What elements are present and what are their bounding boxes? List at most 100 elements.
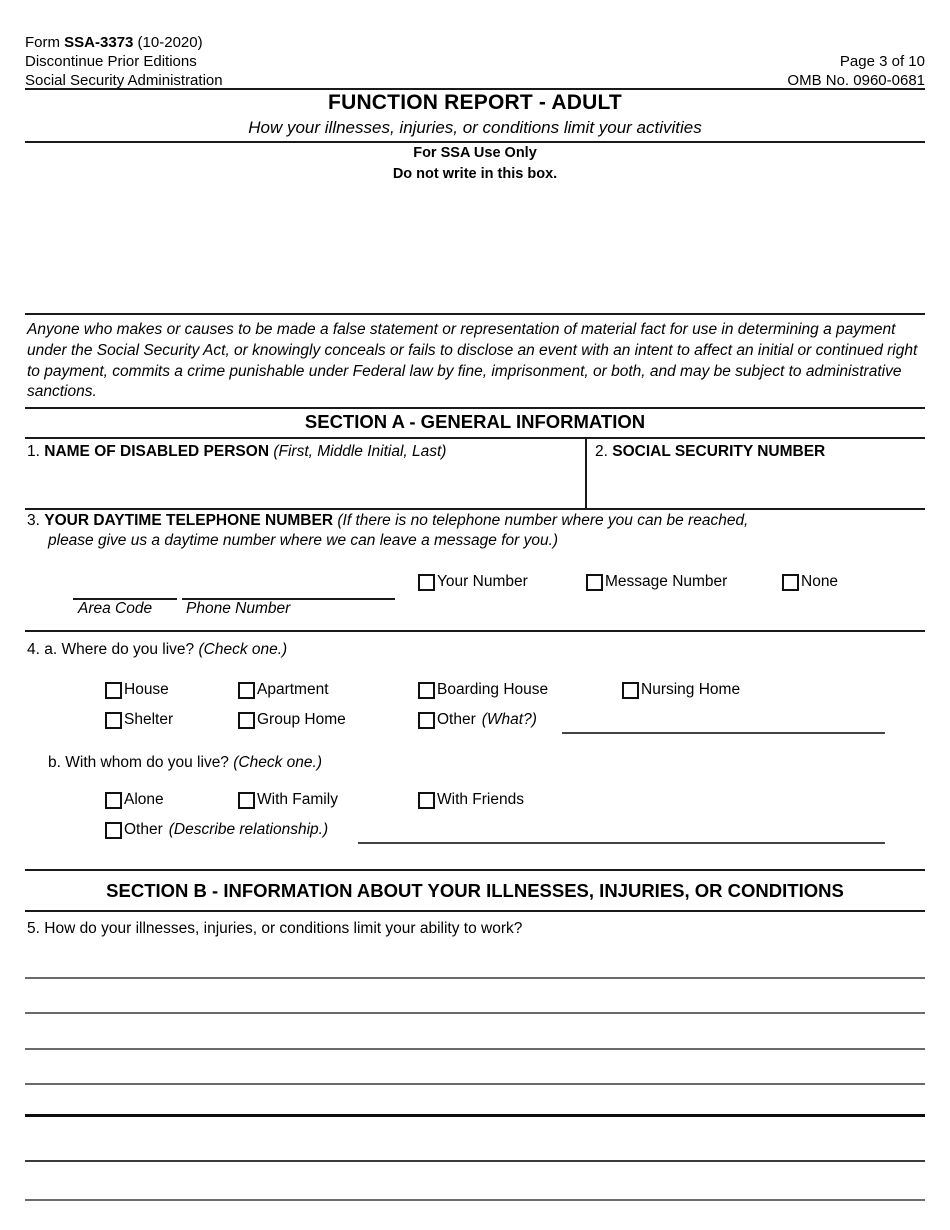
q4b-label-text: With whom do you live? bbox=[65, 754, 229, 771]
q2-ssn-label: 2. SOCIAL SECURITY NUMBER bbox=[595, 442, 825, 462]
q1-label-text: NAME OF DISABLED PERSON bbox=[44, 443, 270, 460]
q4a-label-text: Where do you live? bbox=[61, 641, 195, 658]
q3-phone-number-input[interactable] bbox=[184, 578, 394, 598]
q5-label-text: How do your illnesses, injuries, or cond… bbox=[44, 920, 523, 937]
q4a-label: 4. a. Where do you live? (Check one.) bbox=[27, 640, 287, 660]
q4a-other-input[interactable] bbox=[565, 712, 883, 732]
q2-ssn-input[interactable] bbox=[595, 470, 915, 506]
checkbox-icon[interactable] bbox=[418, 711, 435, 729]
q4b-option-alone[interactable]: Alone bbox=[105, 791, 164, 809]
header-right-block: Page 3 of 10 OMB No. 0960-0681 bbox=[787, 52, 925, 90]
q3-option-none[interactable]: None bbox=[782, 573, 838, 591]
form-identification-block: Form SSA-3373 (10-2020) Discontinue Prio… bbox=[25, 33, 223, 90]
page-title: FUNCTION REPORT - ADULT bbox=[328, 91, 622, 114]
q3-option-message-number[interactable]: Message Number bbox=[586, 573, 727, 591]
q4a-option-nursing-home-label: Nursing Home bbox=[641, 681, 741, 698]
q3-option-your-number[interactable]: Your Number bbox=[418, 573, 528, 591]
q2-number: 2. bbox=[595, 443, 608, 460]
checkbox-icon[interactable] bbox=[238, 711, 255, 729]
q5-answer-rule-5 bbox=[25, 1114, 925, 1117]
q3-label-text: YOUR DAYTIME TELEPHONE NUMBER bbox=[44, 512, 334, 529]
q4b-option-with-friends-label: With Friends bbox=[437, 791, 524, 808]
q4a-option-other[interactable]: Other (What?) bbox=[418, 711, 537, 729]
q3-phone-number-label: Phone Number bbox=[186, 600, 291, 617]
q5-number: 5. bbox=[27, 920, 40, 937]
q5-answer-line-4[interactable] bbox=[27, 1058, 923, 1082]
q5-answer-rule-1 bbox=[25, 977, 925, 979]
q4a-option-house[interactable]: House bbox=[105, 681, 169, 699]
q3-phone-label: 3. YOUR DAYTIME TELEPHONE NUMBER (If the… bbox=[27, 511, 748, 531]
q5-label: 5. How do your illnesses, injuries, or c… bbox=[27, 919, 522, 939]
q4a-number: 4. a. bbox=[27, 641, 58, 658]
q4b-option-other-label: Other bbox=[124, 821, 163, 838]
q4b-hint: (Check one.) bbox=[233, 754, 322, 771]
form-page: Form SSA-3373 (10-2020) Discontinue Prio… bbox=[0, 0, 950, 1230]
q4b-option-with-friends[interactable]: With Friends bbox=[418, 791, 524, 809]
form-label-prefix: Form bbox=[25, 34, 65, 51]
checkbox-icon[interactable] bbox=[622, 681, 639, 699]
q4a-other-rule bbox=[562, 732, 885, 734]
checkbox-icon[interactable] bbox=[418, 573, 435, 591]
form-number: SSA-3373 bbox=[64, 34, 134, 51]
q4a-option-boarding-house[interactable]: Boarding House bbox=[418, 681, 548, 699]
q4a-option-other-hint: (What?) bbox=[481, 711, 537, 728]
penalty-statement: Anyone who makes or causes to be made a … bbox=[27, 321, 918, 401]
section-a-row1-divider bbox=[585, 437, 587, 508]
ssa-use-only-label: For SSA Use Only bbox=[413, 145, 537, 161]
q5-answer-line-3[interactable] bbox=[27, 1023, 923, 1047]
q4b-option-with-family-label: With Family bbox=[257, 791, 338, 808]
q5-answer-rule-7 bbox=[25, 1199, 925, 1201]
q3-option-none-label: None bbox=[801, 573, 839, 590]
ssa-do-not-write-label: Do not write in this box. bbox=[392, 166, 558, 182]
form-number-line: Form SSA-3373 (10-2020) bbox=[25, 33, 223, 52]
checkbox-icon[interactable] bbox=[418, 791, 435, 809]
rule-under-section-b-heading bbox=[25, 910, 925, 912]
q5-answer-line-2[interactable] bbox=[27, 987, 923, 1011]
q4a-option-nursing-home[interactable]: Nursing Home bbox=[622, 681, 740, 699]
checkbox-icon[interactable] bbox=[105, 821, 122, 839]
q3-area-code-label: Area Code bbox=[78, 600, 153, 617]
q5-answer-rule-6 bbox=[25, 1160, 925, 1162]
q5-answer-line-6[interactable] bbox=[27, 1133, 923, 1157]
q5-answer-rule-4 bbox=[25, 1083, 925, 1085]
q4a-option-shelter[interactable]: Shelter bbox=[105, 711, 173, 729]
rule-under-ssa-box bbox=[25, 313, 925, 315]
q2-label-text: SOCIAL SECURITY NUMBER bbox=[612, 443, 826, 460]
q4a-option-apartment-label: Apartment bbox=[257, 681, 329, 698]
rule-under-q3 bbox=[25, 630, 925, 632]
q3-option-message-number-label: Message Number bbox=[605, 573, 728, 590]
rule-above-section-a bbox=[25, 407, 925, 409]
section-a-heading: SECTION A - GENERAL INFORMATION bbox=[304, 411, 646, 432]
checkbox-icon[interactable] bbox=[105, 681, 122, 699]
checkbox-icon[interactable] bbox=[105, 711, 122, 729]
page-subtitle: How your illnesses, injuries, or conditi… bbox=[248, 118, 702, 137]
q4b-label: b. With whom do you live? (Check one.) bbox=[48, 753, 322, 773]
q4b-other-input[interactable] bbox=[361, 822, 881, 842]
rule-under-section-a-heading bbox=[25, 437, 925, 439]
q4b-option-alone-label: Alone bbox=[124, 791, 164, 808]
q3-option-your-number-label: Your Number bbox=[437, 573, 528, 590]
q5-answer-line-5[interactable] bbox=[27, 1090, 923, 1114]
q4b-option-with-family[interactable]: With Family bbox=[238, 791, 338, 809]
q4a-option-group-home[interactable]: Group Home bbox=[238, 711, 346, 729]
checkbox-icon[interactable] bbox=[782, 573, 799, 591]
q5-answer-line-7[interactable] bbox=[27, 1172, 923, 1196]
q4b-option-other[interactable]: Other (Describe relationship.) bbox=[105, 821, 328, 839]
q4a-option-house-label: House bbox=[124, 681, 169, 698]
q3-hint-line1: (If there is no telephone number where y… bbox=[337, 512, 749, 529]
checkbox-icon[interactable] bbox=[105, 791, 122, 809]
rule-above-section-b bbox=[25, 869, 925, 871]
q3-area-code-input[interactable] bbox=[75, 578, 175, 598]
q5-answer-rule-2 bbox=[25, 1012, 925, 1014]
checkbox-icon[interactable] bbox=[418, 681, 435, 699]
q5-answer-line-1[interactable] bbox=[27, 952, 923, 976]
checkbox-icon[interactable] bbox=[586, 573, 603, 591]
q4a-option-apartment[interactable]: Apartment bbox=[238, 681, 329, 699]
q4a-option-boarding-house-label: Boarding House bbox=[437, 681, 549, 698]
q1-name-input[interactable] bbox=[27, 470, 577, 506]
checkbox-icon[interactable] bbox=[238, 791, 255, 809]
q5-answer-rule-3 bbox=[25, 1048, 925, 1050]
checkbox-icon[interactable] bbox=[238, 681, 255, 699]
q3-hint-line2: please give us a daytime number where we… bbox=[48, 532, 559, 549]
q4a-option-group-home-label: Group Home bbox=[257, 711, 346, 728]
